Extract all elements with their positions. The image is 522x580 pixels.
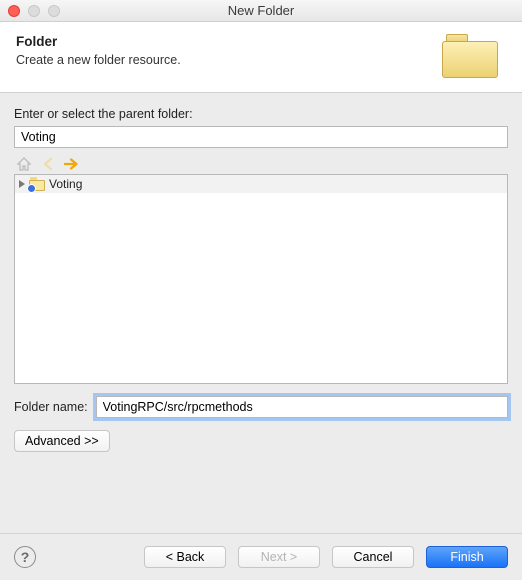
dialog-footer: ? < Back Next > Cancel Finish	[0, 533, 522, 580]
project-icon	[29, 177, 45, 191]
folder-name-input[interactable]	[96, 396, 508, 418]
arrow-right-icon[interactable]	[64, 156, 80, 172]
arrow-left-icon[interactable]	[40, 156, 56, 172]
cancel-button[interactable]: Cancel	[332, 546, 414, 568]
zoom-window-icon[interactable]	[48, 5, 60, 17]
dialog-content: Enter or select the parent folder: Votin…	[0, 93, 522, 462]
folder-tree[interactable]: Voting	[14, 174, 508, 384]
folder-name-label: Folder name:	[14, 400, 88, 414]
advanced-button[interactable]: Advanced >>	[14, 430, 110, 452]
titlebar: New Folder	[0, 0, 522, 22]
tree-item-label: Voting	[49, 177, 82, 191]
parent-folder-label: Enter or select the parent folder:	[14, 107, 508, 121]
folder-icon	[442, 34, 498, 78]
dialog-heading: Folder	[16, 34, 181, 49]
tree-item-voting[interactable]: Voting	[15, 175, 507, 193]
next-button: Next >	[238, 546, 320, 568]
window-controls	[8, 5, 60, 17]
help-icon[interactable]: ?	[14, 546, 36, 568]
dialog-header: Folder Create a new folder resource.	[0, 22, 522, 93]
finish-button[interactable]: Finish	[426, 546, 508, 568]
home-icon[interactable]	[16, 156, 32, 172]
window-title: New Folder	[0, 3, 522, 18]
tree-navbar	[14, 154, 508, 174]
expand-icon[interactable]	[19, 180, 25, 188]
back-button[interactable]: < Back	[144, 546, 226, 568]
minimize-window-icon[interactable]	[28, 5, 40, 17]
parent-folder-input[interactable]	[14, 126, 508, 148]
dialog-description: Create a new folder resource.	[16, 53, 181, 67]
close-window-icon[interactable]	[8, 5, 20, 17]
